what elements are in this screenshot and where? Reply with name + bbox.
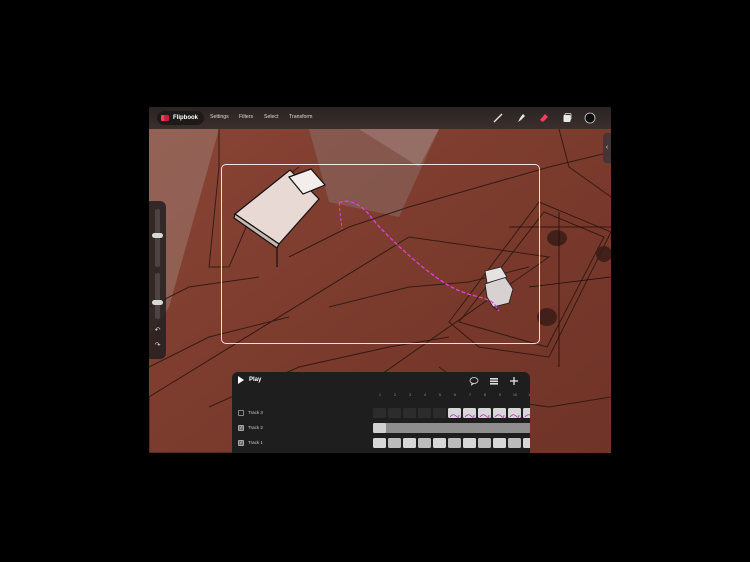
settings-menu[interactable]: Settings xyxy=(210,114,229,120)
track-3-frame-cell[interactable] xyxy=(493,408,506,418)
flipbook-timeline: Play 1234567891011 Track 3 ✓ T xyxy=(232,372,530,453)
add-icon[interactable] xyxy=(509,376,519,386)
track-1-frame-cell[interactable] xyxy=(448,438,461,448)
track-1-frame-cell[interactable] xyxy=(433,438,446,448)
track-1-frame-cell[interactable] xyxy=(403,438,416,448)
track-3-frame-cell[interactable] xyxy=(388,408,401,418)
track-2-keyframe[interactable] xyxy=(373,423,386,433)
track-1-label: Track 1 xyxy=(248,440,263,445)
app-title: Flipbook xyxy=(173,115,198,121)
frame-number: 8 xyxy=(484,393,486,397)
undo-icon[interactable]: ↶ xyxy=(152,327,163,335)
frame-number: 3 xyxy=(409,393,411,397)
collapse-panel-tab[interactable]: ‹ xyxy=(603,133,611,163)
brush-size-thumb[interactable] xyxy=(152,232,163,238)
track-3-frame-cell[interactable] xyxy=(463,408,476,418)
brush-size-slider[interactable] xyxy=(152,209,163,267)
frame-number: 9 xyxy=(499,393,501,397)
filters-menu[interactable]: Filters xyxy=(239,114,253,120)
track-1-frame-cell[interactable] xyxy=(463,438,476,448)
frame-number: 2 xyxy=(394,393,396,397)
frame-number: 5 xyxy=(439,393,441,397)
track-2-checkbox[interactable]: ✓ xyxy=(238,425,244,431)
track-3-frame-cell[interactable] xyxy=(418,408,431,418)
redo-icon[interactable]: ↷ xyxy=(152,342,163,350)
track-row-3[interactable]: Track 3 xyxy=(232,407,530,421)
track-1-frame-cell[interactable] xyxy=(373,438,386,448)
track-3-frame-cell[interactable] xyxy=(478,408,491,418)
smudge-icon[interactable] xyxy=(515,112,527,124)
layers-icon[interactable] xyxy=(561,112,573,124)
track-2-hold-bar[interactable] xyxy=(373,423,530,433)
brush-icon[interactable] xyxy=(492,112,504,124)
flipbook-logo-icon xyxy=(161,115,170,121)
play-icon xyxy=(238,376,244,384)
selection-frame[interactable] xyxy=(221,164,540,344)
top-toolbar: Flipbook Settings Filters Select Transfo… xyxy=(149,107,611,129)
transform-menu[interactable]: Transform xyxy=(289,114,312,120)
track-3-checkbox[interactable] xyxy=(238,410,244,416)
color-swatch-icon[interactable] xyxy=(584,112,596,124)
track-3-frame-cell[interactable] xyxy=(373,408,386,418)
track-3-frame-cell[interactable] xyxy=(523,408,530,418)
track-3-label: Track 3 xyxy=(248,410,263,415)
gallery-button[interactable]: Flipbook xyxy=(157,111,204,125)
track-1-frame-cell[interactable] xyxy=(418,438,431,448)
track-3-frame-cell[interactable] xyxy=(403,408,416,418)
play-label: Play xyxy=(249,377,262,383)
select-menu[interactable]: Select xyxy=(264,114,278,120)
track-1-frame-cell[interactable] xyxy=(508,438,521,448)
track-1-frame-cell[interactable] xyxy=(523,438,530,448)
opacity-slider[interactable] xyxy=(152,273,163,319)
track-3-frame-cell[interactable] xyxy=(508,408,521,418)
track-1-checkbox[interactable]: ✓ xyxy=(238,440,244,446)
track-1-frame-cell[interactable] xyxy=(388,438,401,448)
timeline-header: Play xyxy=(232,372,530,389)
track-3-frame-cell[interactable] xyxy=(433,408,446,418)
play-button[interactable]: Play xyxy=(238,376,261,384)
ipad-screen: Flipbook Settings Filters Select Transfo… xyxy=(149,107,611,453)
eraser-icon[interactable] xyxy=(538,112,550,124)
frame-number: 6 xyxy=(454,393,456,397)
track-3-frame-cell[interactable] xyxy=(448,408,461,418)
sidebar: ↶ ↷ xyxy=(149,201,166,359)
frame-number: 7 xyxy=(469,393,471,397)
track-1-frame-cell[interactable] xyxy=(478,438,491,448)
track-1-frame-cell[interactable] xyxy=(493,438,506,448)
track-row-1[interactable]: ✓ Track 1 xyxy=(232,437,530,451)
frame-number: 10 xyxy=(513,393,517,397)
opacity-thumb[interactable] xyxy=(152,299,163,305)
track-2-label: Track 2 xyxy=(248,425,263,430)
frame-number: 4 xyxy=(424,393,426,397)
comment-icon[interactable] xyxy=(469,376,479,386)
frame-number: 11 xyxy=(528,393,530,397)
frame-number: 1 xyxy=(379,393,381,397)
track-row-2[interactable]: ✓ Track 2 xyxy=(232,422,530,436)
onion-skin-icon[interactable] xyxy=(489,376,499,386)
